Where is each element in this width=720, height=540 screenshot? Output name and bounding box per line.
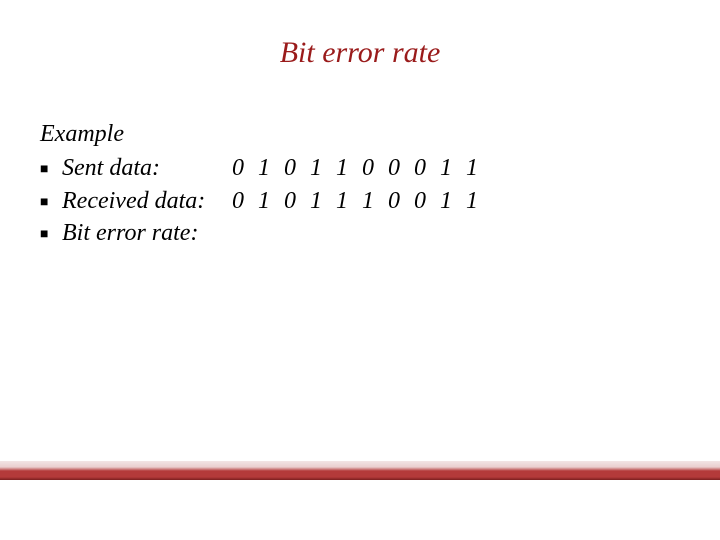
bullet-item-ber: ■ Bit error rate: (40, 217, 680, 249)
ber-label: Bit error rate: (62, 217, 232, 249)
slide-title: Bit error rate (0, 36, 720, 70)
square-bullet-icon: ■ (40, 161, 62, 180)
received-data-label: Received data: (62, 185, 232, 217)
square-bullet-icon: ■ (40, 226, 62, 245)
slide: Bit error rate Example ■ Sent data: 0 1 … (0, 0, 720, 540)
sent-data-value: 0 1 0 1 1 0 0 0 1 1 (232, 152, 482, 184)
sent-data-label: Sent data: (62, 152, 232, 184)
slide-body: Example ■ Sent data: 0 1 0 1 1 0 0 0 1 1… (40, 118, 680, 250)
received-data-value: 0 1 0 1 1 1 0 0 1 1 (232, 185, 482, 217)
square-bullet-icon: ■ (40, 194, 62, 213)
bullet-item-received: ■ Received data: 0 1 0 1 1 1 0 0 1 1 (40, 185, 680, 217)
bullet-item-sent: ■ Sent data: 0 1 0 1 1 0 0 0 1 1 (40, 152, 680, 184)
footer-divider (0, 460, 720, 480)
example-heading: Example (40, 118, 680, 150)
